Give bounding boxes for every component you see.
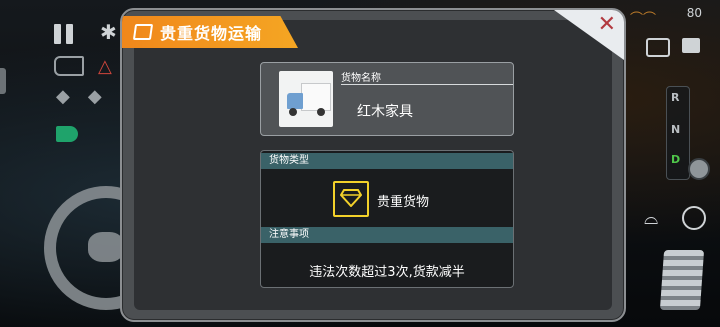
cargo-type-value: 贵重货物: [377, 195, 430, 210]
gear-d: D: [671, 153, 681, 166]
camera-icon[interactable]: [646, 38, 670, 57]
cargo-name-label: 货物名称: [341, 73, 381, 84]
wiper-icon[interactable]: ⌓: [644, 208, 658, 229]
cargo-info-card: 货物类型 贵重货物 注意事项 违法次数超过3次,货款减半: [260, 150, 514, 288]
dialog-title-banner: 贵重货物运输: [122, 16, 298, 48]
side-tab[interactable]: [0, 68, 6, 94]
headlight-icon[interactable]: [56, 126, 78, 142]
truck-icon: [279, 71, 333, 127]
gear-selector[interactable]: R N D: [666, 86, 690, 180]
gas-pedal[interactable]: [659, 250, 705, 310]
gear-r: R: [671, 91, 680, 104]
video-icon[interactable]: [682, 38, 700, 53]
close-icon[interactable]: ✕: [598, 14, 616, 36]
horns-icon: ⌒⌒: [630, 12, 657, 27]
cargo-type-label: 货物类型: [261, 153, 513, 169]
divider: [341, 84, 513, 85]
settings-icon[interactable]: ✱: [100, 20, 117, 44]
turn-signal-icons[interactable]: ◆◆: [56, 86, 120, 107]
diamond-icon: [333, 181, 369, 217]
cargo-name: 红木家具: [357, 104, 413, 120]
dialog-body: 货物名称 红木家具 货物类型 贵重货物 注意事项 违法次数超过3次,货款减半: [134, 20, 612, 310]
cargo-box-icon: [132, 24, 154, 40]
notes-text: 违法次数超过3次,货款减半: [309, 265, 465, 280]
cargo-dialog: 货物名称 红木家具 货物类型 贵重货物 注意事项 违法次数超过3次,货款减半 贵…: [120, 8, 626, 322]
notes-label: 注意事项: [261, 227, 513, 243]
gear-knob[interactable]: [688, 158, 710, 180]
pause-button[interactable]: [52, 24, 76, 44]
dialog-title: 贵重货物运输: [160, 24, 263, 43]
horn-icon[interactable]: [54, 56, 84, 76]
cargo-card: 货物名称 红木家具: [260, 62, 514, 136]
gear-n: N: [671, 123, 681, 136]
hazard-icon[interactable]: △: [98, 56, 112, 77]
steer-assist-icon[interactable]: [682, 206, 706, 230]
status-value: 80: [686, 6, 702, 20]
